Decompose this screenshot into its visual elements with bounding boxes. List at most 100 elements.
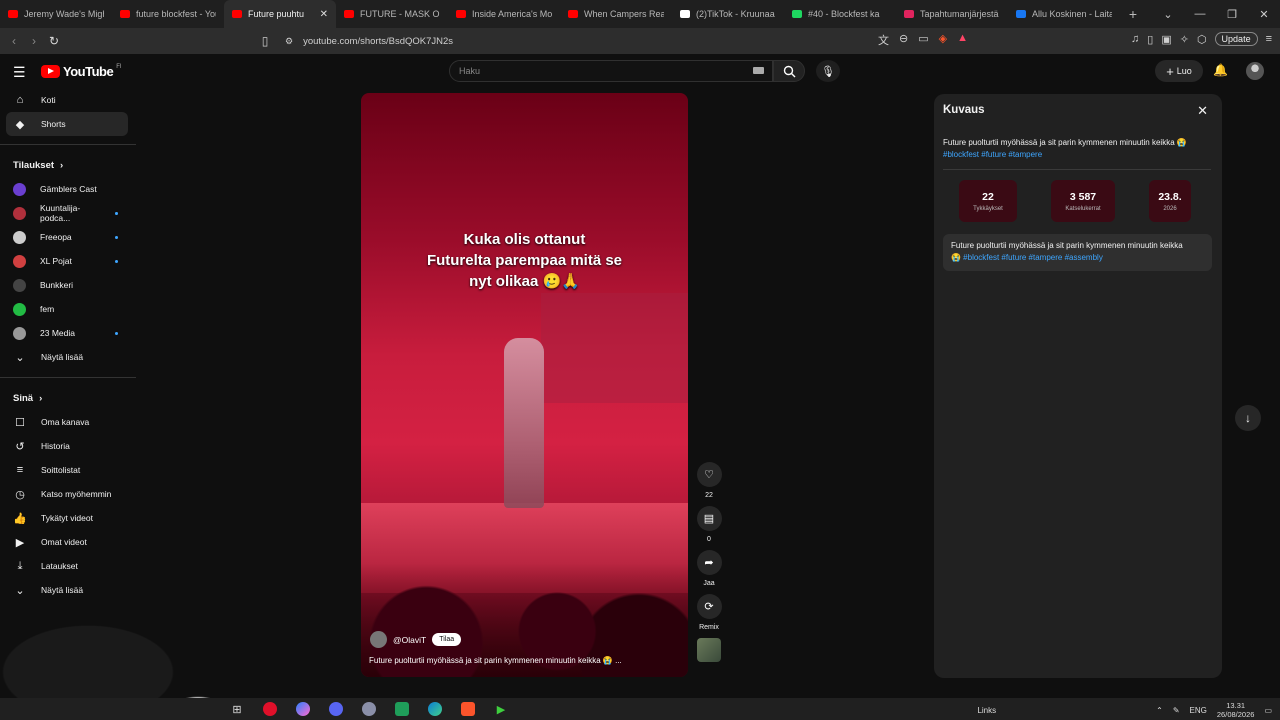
copilot-icon[interactable] bbox=[292, 700, 314, 718]
cast-icon[interactable]: ▭ bbox=[918, 32, 928, 48]
subscription-item[interactable]: fem bbox=[0, 297, 136, 321]
box-hashtags[interactable]: 😭 #blockfest #future #tampere #assembly bbox=[951, 253, 1103, 262]
subscription-item[interactable]: Kuuntalija-podca... bbox=[0, 201, 136, 225]
sidebar-icon[interactable]: ▯ bbox=[1147, 33, 1153, 46]
create-button[interactable]: + Luo bbox=[1155, 60, 1203, 82]
zoom-icon[interactable]: ⊖ bbox=[899, 32, 908, 48]
channel-name[interactable]: @OlaviT bbox=[393, 635, 426, 645]
stat-likes: 22 Tykkäykset bbox=[959, 180, 1017, 222]
language-indicator[interactable]: ENG bbox=[1190, 706, 1207, 715]
tab-favicon-icon bbox=[344, 10, 354, 18]
notifications-bell-icon[interactable]: 🔔 bbox=[1213, 63, 1228, 77]
subscription-item[interactable]: Gämblers Cast bbox=[0, 177, 136, 201]
subscription-label: fem bbox=[40, 304, 55, 314]
vpn-icon[interactable]: ⬡ bbox=[1197, 33, 1207, 46]
browser-tab[interactable]: When Campers Realiz bbox=[560, 0, 672, 28]
browser-tab[interactable]: Jeremy Wade's Mighty bbox=[0, 0, 112, 28]
chevron-up-icon[interactable]: ⌃ bbox=[1156, 706, 1163, 715]
discord-icon[interactable] bbox=[325, 700, 347, 718]
browser-tab[interactable]: future blockfest - You bbox=[112, 0, 224, 28]
sound-thumbnail[interactable] bbox=[697, 638, 721, 662]
task-view-icon[interactable]: ⊞ bbox=[226, 700, 248, 718]
sidebar-item-shorts[interactable]: ◆ Shorts bbox=[6, 112, 128, 136]
you-heading[interactable]: Sinä › bbox=[0, 386, 136, 410]
app-icon[interactable] bbox=[358, 700, 380, 718]
opera-icon[interactable] bbox=[259, 700, 281, 718]
sidebar-item-koti[interactable]: ⌂ Koti bbox=[0, 88, 136, 112]
sidebar-item-you[interactable]: ▶ Omat videot bbox=[0, 530, 136, 554]
video-background bbox=[541, 293, 688, 403]
sidebar-item-you[interactable]: ☐ Oma kanava bbox=[0, 410, 136, 434]
comment-count: 0 bbox=[707, 536, 711, 543]
wallet-icon[interactable]: ▣ bbox=[1161, 33, 1171, 46]
browser-tab[interactable]: Allu Koskinen - Laita bbox=[1008, 0, 1120, 28]
subscription-item[interactable]: Freeopa bbox=[0, 225, 136, 249]
forward-button[interactable]: › bbox=[24, 34, 44, 48]
app-green-icon[interactable] bbox=[391, 700, 413, 718]
remix-button[interactable]: ⟳ bbox=[696, 594, 722, 619]
comment-button[interactable]: ▤ bbox=[696, 506, 722, 531]
sidebar-item-you[interactable]: 👍 Tykätyt videot bbox=[0, 506, 136, 530]
pen-icon[interactable]: ✎ bbox=[1173, 706, 1180, 715]
browser-tab[interactable]: Tapahtumanjärjestä bbox=[896, 0, 1008, 28]
notification-center-icon[interactable]: ▭ bbox=[1264, 706, 1272, 715]
shorts-video-player[interactable]: Kuka olis ottanut Futurelta parempaa mit… bbox=[361, 93, 688, 677]
sidebar-item-you[interactable]: ◷ Katso myöhemmin bbox=[0, 482, 136, 506]
browser-tab[interactable]: #40 - Blockfest ka bbox=[784, 0, 896, 28]
subscription-item[interactable]: Bunkkeri bbox=[0, 273, 136, 297]
minimize-button[interactable]: — bbox=[1184, 8, 1216, 20]
brave-icon[interactable] bbox=[457, 700, 479, 718]
browser-tab[interactable]: Future puuhtu ✕ bbox=[224, 0, 336, 28]
sidebar-item-label: Koti bbox=[41, 95, 56, 105]
bookmark-icon[interactable]: ▯ bbox=[255, 34, 275, 48]
menu-icon[interactable]: ≡ bbox=[1266, 33, 1272, 45]
browser-tab[interactable]: Inside America's Most bbox=[448, 0, 560, 28]
sidebar-item-you[interactable]: ⤓ Lataukset bbox=[0, 554, 136, 578]
extensions-icon[interactable]: ✧ bbox=[1180, 33, 1189, 46]
account-avatar[interactable] bbox=[1246, 62, 1264, 80]
like-button[interactable]: ♡ bbox=[696, 462, 722, 487]
media-player-icon[interactable]: ▶ bbox=[490, 700, 512, 718]
tab-close-icon[interactable]: ✕ bbox=[320, 9, 328, 20]
browser-tab[interactable]: FUTURE - MASK OFF bbox=[336, 0, 448, 28]
chevron-right-icon: › bbox=[60, 159, 64, 171]
youtube-logo[interactable]: YouTube FI bbox=[41, 64, 122, 79]
translate-icon[interactable]: 文 bbox=[878, 32, 889, 48]
hamburger-menu-icon[interactable]: ☰ bbox=[13, 64, 26, 81]
site-info-icon[interactable]: ⚙ bbox=[285, 36, 293, 47]
clock[interactable]: 13.31 26/08/2026 bbox=[1217, 701, 1255, 719]
share-button[interactable]: ➦ bbox=[696, 550, 722, 575]
close-window-button[interactable]: ✕ bbox=[1248, 8, 1280, 21]
panel-hashtags[interactable]: #blockfest #future #tampere bbox=[943, 150, 1042, 159]
reload-button[interactable]: ↻ bbox=[44, 34, 64, 48]
show-more-subscriptions[interactable]: ⌄ Näytä lisää bbox=[0, 345, 136, 369]
update-button[interactable]: Update bbox=[1214, 32, 1258, 46]
search-input[interactable]: Haku bbox=[449, 60, 773, 82]
edge-icon[interactable] bbox=[424, 700, 446, 718]
brave-shield-icon[interactable]: ◈ bbox=[939, 32, 947, 48]
subscribe-button[interactable]: Tilaa bbox=[432, 633, 462, 646]
sidebar-item-you[interactable]: ⌄ Näytä lisää bbox=[0, 578, 136, 602]
keyboard-icon[interactable] bbox=[753, 67, 764, 74]
show-more-label: Näytä lisää bbox=[41, 352, 84, 362]
maximize-button[interactable]: ❐ bbox=[1216, 8, 1248, 21]
brave-rewards-icon[interactable]: ▲ bbox=[957, 32, 968, 48]
subscriptions-heading[interactable]: Tilaukset › bbox=[0, 153, 136, 177]
browser-tab[interactable]: (2)TikTok - Kruunaa p bbox=[672, 0, 784, 28]
sidebar-item-you[interactable]: ≡ Soittolistat bbox=[0, 458, 136, 482]
back-button[interactable]: ‹ bbox=[4, 34, 24, 48]
voice-search-button[interactable]: 🎙 bbox=[816, 60, 840, 82]
subscription-item[interactable]: XL Pojat bbox=[0, 249, 136, 273]
url-field[interactable]: ⚙ youtube.com/shorts/BsdQOK7JN2s bbox=[275, 31, 875, 51]
close-icon[interactable]: ✕ bbox=[1197, 103, 1208, 119]
new-tab-button[interactable]: + bbox=[1120, 6, 1146, 22]
tab-search-icon[interactable]: ⌄ bbox=[1152, 8, 1184, 21]
links-toolbar[interactable]: Links bbox=[977, 706, 996, 715]
media-icon[interactable]: ♫ bbox=[1131, 33, 1139, 45]
sidebar-item-you[interactable]: ↺ Historia bbox=[0, 434, 136, 458]
next-video-button[interactable]: ↓ bbox=[1235, 405, 1261, 431]
subscription-item[interactable]: 23 Media bbox=[0, 321, 136, 345]
video-description[interactable]: Future puolturtii myöhässä ja sit parin … bbox=[369, 656, 622, 665]
channel-avatar[interactable] bbox=[370, 631, 387, 648]
search-button[interactable] bbox=[773, 60, 805, 82]
